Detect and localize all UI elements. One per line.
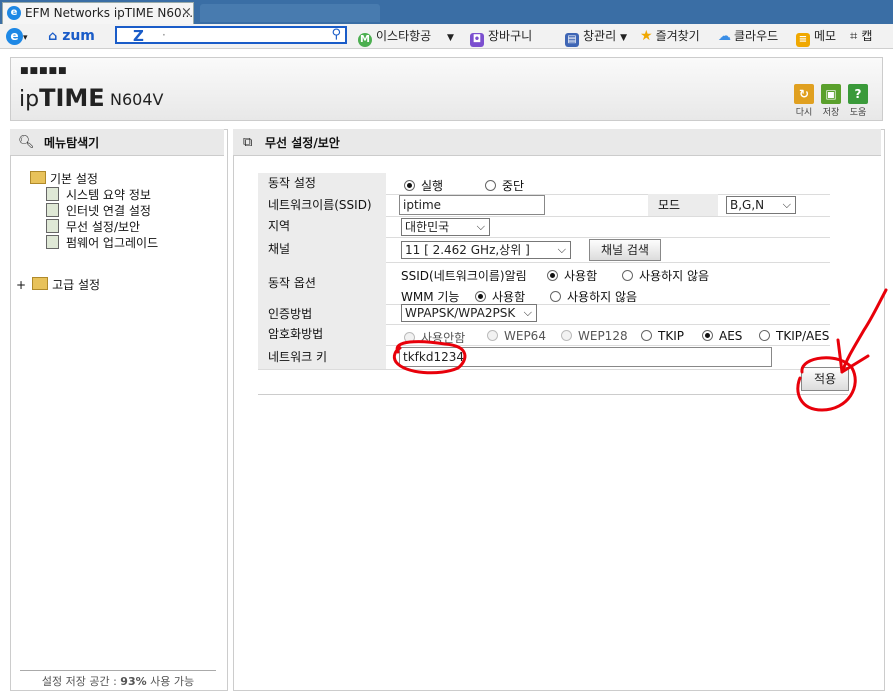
annotation-circle-key: [392, 340, 467, 375]
red-annotation: [392, 288, 888, 412]
annotation-circle-apply: [796, 356, 857, 412]
